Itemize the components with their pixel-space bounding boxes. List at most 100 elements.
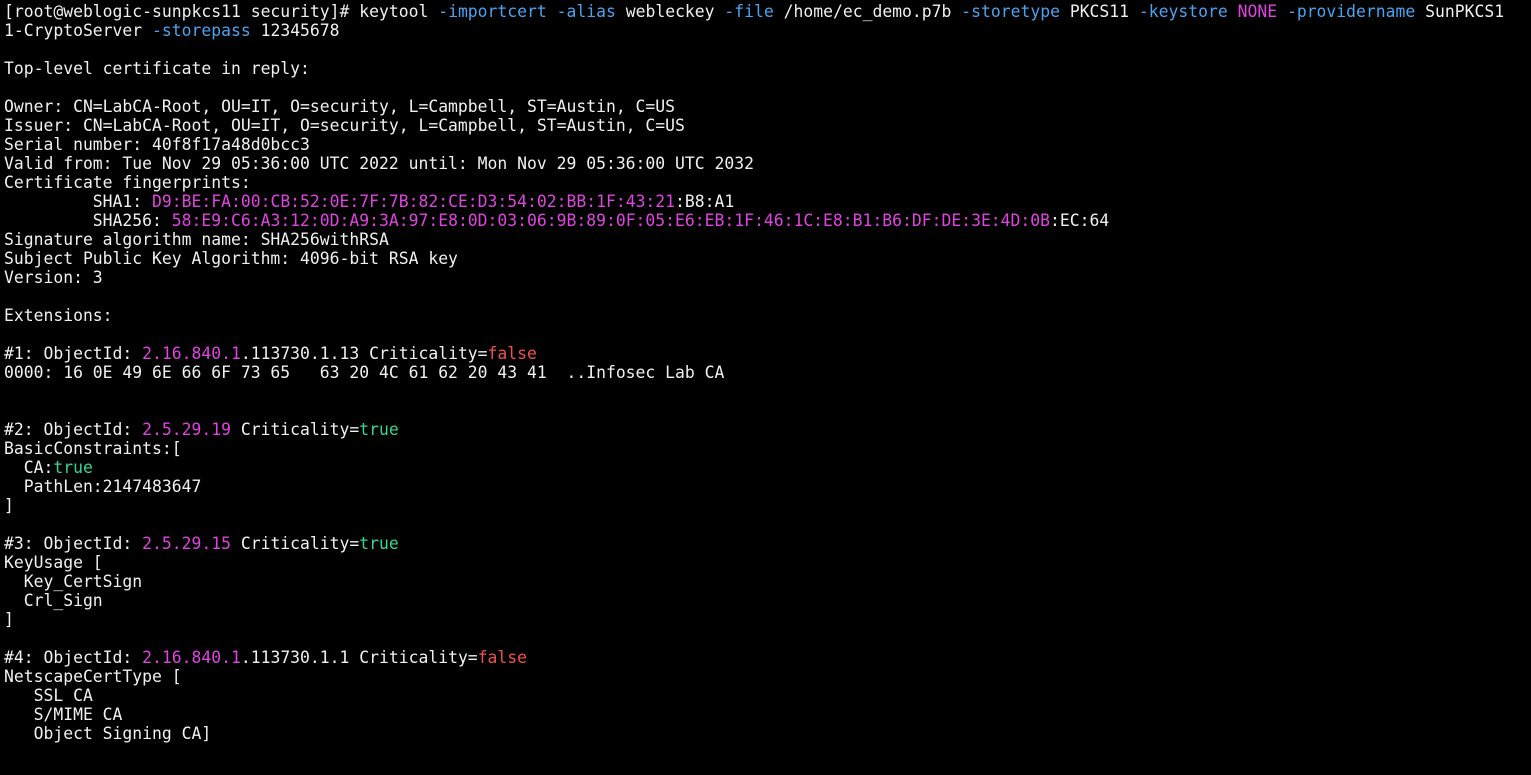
terminal-text-segment: Criticality= bbox=[230, 420, 360, 439]
terminal-text-segment: 12345678 bbox=[250, 21, 340, 40]
terminal-line: ] bbox=[4, 610, 1531, 629]
terminal-line: SHA1: D9:BE:FA:00:CB:52:0E:7F:7B:82:CE:D… bbox=[4, 192, 1531, 211]
terminal-text-segment: S/MIME CA bbox=[4, 705, 123, 724]
terminal-line: PathLen:2147483647 bbox=[4, 477, 1531, 496]
terminal-line: SSL CA bbox=[4, 686, 1531, 705]
terminal-line: Object Signing CA] bbox=[4, 724, 1531, 743]
terminal-text-segment: -keystore bbox=[1138, 2, 1228, 21]
terminal-text-segment: Top-level certificate in reply: bbox=[4, 59, 310, 78]
terminal-line: Owner: CN=LabCA-Root, OU=IT, O=security,… bbox=[4, 97, 1531, 116]
terminal-text-segment: .113730.1.1 Criticality= bbox=[240, 648, 478, 667]
terminal-text-segment: :EC:64 bbox=[1050, 211, 1110, 230]
terminal-line: Serial number: 40f8f17a48d0bcc3 bbox=[4, 135, 1531, 154]
terminal-text-segment: SunPKCS1 bbox=[1415, 2, 1505, 21]
terminal-line: ] bbox=[4, 496, 1531, 515]
terminal-text-segment: Signature algorithm name: SHA256withRSA bbox=[4, 230, 389, 249]
terminal-line: S/MIME CA bbox=[4, 705, 1531, 724]
terminal-text-segment: Issuer: CN=LabCA-Root, OU=IT, O=security… bbox=[4, 116, 685, 135]
terminal-line: KeyUsage [ bbox=[4, 553, 1531, 572]
terminal-text-segment: NetscapeCertType [ bbox=[4, 667, 182, 686]
terminal-text-segment: -storetype bbox=[961, 2, 1060, 21]
terminal-text-segment: ] bbox=[4, 496, 14, 515]
terminal-line: #2: ObjectId: 2.5.29.19 Criticality=true bbox=[4, 420, 1531, 439]
terminal-line: 0000: 16 0E 49 6E 66 6F 73 65 63 20 4C 6… bbox=[4, 363, 1531, 382]
terminal-text-segment: Owner: CN=LabCA-Root, OU=IT, O=security,… bbox=[4, 97, 676, 116]
terminal-line: #4: ObjectId: 2.16.840.1.113730.1.1 Crit… bbox=[4, 648, 1531, 667]
terminal-text-segment: true bbox=[53, 458, 93, 477]
terminal-text-segment: [root@weblogic-sunpkcs11 security]# keyt… bbox=[4, 2, 439, 21]
terminal-line: CA:true bbox=[4, 458, 1531, 477]
terminal-line: Valid from: Tue Nov 29 05:36:00 UTC 2022… bbox=[4, 154, 1531, 173]
terminal-text-segment: -importcert bbox=[438, 2, 547, 21]
terminal-line: SHA256: 58:E9:C6:A3:12:0D:A9:3A:97:E8:0D… bbox=[4, 211, 1531, 230]
terminal-text-segment: KeyUsage [ bbox=[4, 553, 103, 572]
terminal-text-segment: /home/ec_demo.p7b bbox=[773, 2, 962, 21]
terminal-text-segment: true bbox=[359, 420, 399, 439]
terminal-text-segment: 2.16.840.1 bbox=[142, 648, 241, 667]
terminal-text-segment: .113730.1.13 Criticality= bbox=[240, 344, 488, 363]
terminal-text-segment: #1: ObjectId: bbox=[4, 344, 143, 363]
terminal-text-segment: SHA1: bbox=[4, 192, 153, 211]
terminal-text-segment: NONE bbox=[1237, 2, 1278, 21]
terminal-line: Crl_Sign bbox=[4, 591, 1531, 610]
terminal-text-segment: D9:BE:FA:00:CB:52:0E:7F:7B:82:CE:D3:54:0… bbox=[152, 192, 676, 211]
terminal-line: 1-CryptoServer -storepass 12345678 bbox=[4, 21, 1531, 40]
terminal-line: Key_CertSign bbox=[4, 572, 1531, 591]
terminal-line: #1: ObjectId: 2.16.840.1.113730.1.13 Cri… bbox=[4, 344, 1531, 363]
terminal-text-segment: 2.16.840.1 bbox=[142, 344, 241, 363]
terminal-line: [root@weblogic-sunpkcs11 security]# keyt… bbox=[4, 2, 1531, 21]
terminal-text-segment: CA: bbox=[4, 458, 54, 477]
terminal-line: Certificate fingerprints: bbox=[4, 173, 1531, 192]
terminal-line: BasicConstraints:[ bbox=[4, 439, 1531, 458]
terminal-line: Issuer: CN=LabCA-Root, OU=IT, O=security… bbox=[4, 116, 1531, 135]
terminal-text-segment: 0000: 16 0E 49 6E 66 6F 73 65 63 20 4C 6… bbox=[4, 363, 725, 382]
terminal-text-segment: :B8:A1 bbox=[675, 192, 735, 211]
terminal-text-segment: PathLen:2147483647 bbox=[4, 477, 202, 496]
terminal-text-segment: BasicConstraints:[ bbox=[4, 439, 182, 458]
terminal-window[interactable]: [root@weblogic-sunpkcs11 security]# keyt… bbox=[0, 0, 1531, 775]
terminal-text-segment: Version: 3 bbox=[4, 268, 103, 287]
terminal-line: Version: 3 bbox=[4, 268, 1531, 287]
terminal-text-segment: 2.5.29.19 bbox=[142, 420, 231, 439]
terminal-text-segment: Extensions: bbox=[4, 306, 113, 325]
terminal-text-segment: 58:E9:C6:A3:12:0D:A9:3A:97:E8:0D:03:06:9… bbox=[171, 211, 1051, 230]
terminal-text-segment: false bbox=[477, 648, 528, 667]
terminal-line: #3: ObjectId: 2.5.29.15 Criticality=true bbox=[4, 534, 1531, 553]
terminal-line: Extensions: bbox=[4, 306, 1531, 325]
terminal-text-segment: -alias bbox=[556, 2, 616, 21]
terminal-text-segment: 1-CryptoServer bbox=[4, 21, 153, 40]
terminal-text-segment: -providername bbox=[1286, 2, 1416, 21]
terminal-line: NetscapeCertType [ bbox=[4, 667, 1531, 686]
terminal-text-segment: -storepass bbox=[152, 21, 251, 40]
terminal-text-segment: false bbox=[487, 344, 537, 363]
terminal-text-segment: true bbox=[359, 534, 399, 553]
terminal-text-segment: #2: ObjectId: bbox=[4, 420, 143, 439]
terminal-line: Signature algorithm name: SHA256withRSA bbox=[4, 230, 1531, 249]
terminal-text-segment: -file bbox=[724, 2, 774, 21]
terminal-text-segment: SSL CA bbox=[4, 686, 93, 705]
terminal-line: Top-level certificate in reply: bbox=[4, 59, 1531, 78]
terminal-text-segment: Crl_Sign bbox=[4, 591, 103, 610]
terminal-text-segment: SHA256: bbox=[4, 211, 172, 230]
terminal-text-segment: Subject Public Key Algorithm: 4096-bit R… bbox=[4, 249, 458, 268]
terminal-text-segment: ] bbox=[4, 610, 14, 629]
terminal-text-segment: 2.5.29.15 bbox=[142, 534, 231, 553]
terminal-text-segment: Key_CertSign bbox=[4, 572, 143, 591]
terminal-text-segment: Criticality= bbox=[230, 534, 360, 553]
terminal-text-segment: PKCS11 bbox=[1059, 2, 1139, 21]
terminal-text-segment: #3: ObjectId: bbox=[4, 534, 143, 553]
terminal-text-segment: Object Signing CA] bbox=[4, 724, 212, 743]
terminal-line: Subject Public Key Algorithm: 4096-bit R… bbox=[4, 249, 1531, 268]
terminal-text-segment: webleckey bbox=[615, 2, 725, 21]
terminal-text-segment: Certificate fingerprints: bbox=[4, 173, 251, 192]
